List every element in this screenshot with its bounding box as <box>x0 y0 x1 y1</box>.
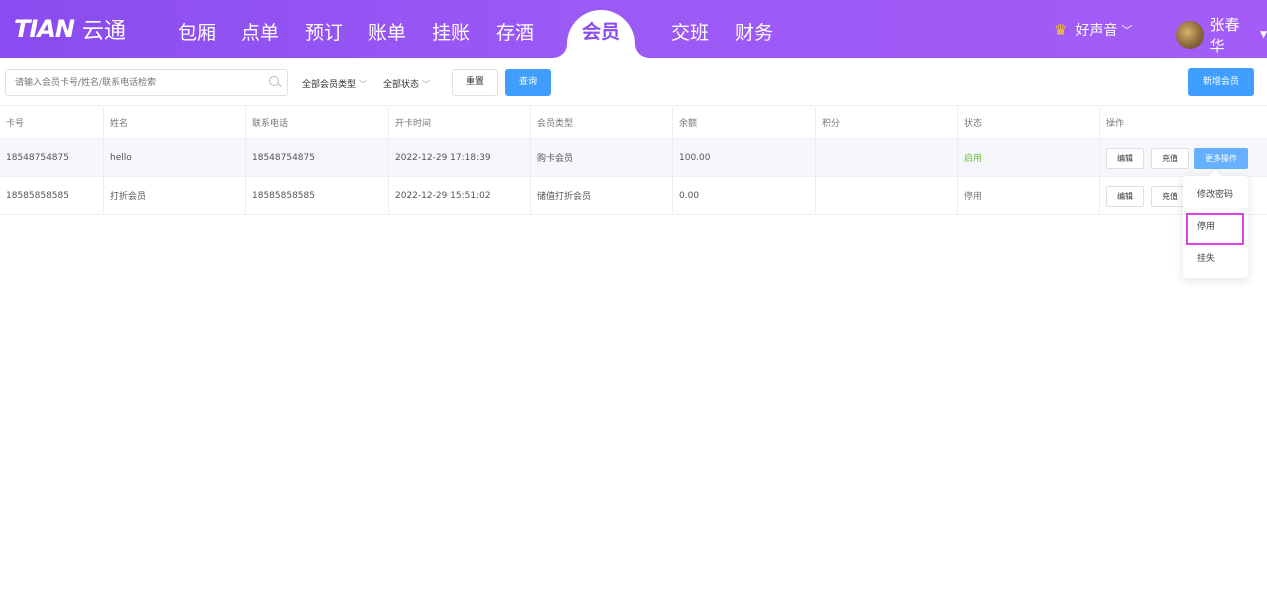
nav-item-rooms[interactable]: 包厢 <box>178 0 216 58</box>
balance: 0.00 <box>673 177 816 214</box>
menu-item-change-password[interactable]: 修改密码 <box>1183 180 1248 210</box>
recharge-button[interactable]: 充值 <box>1151 148 1189 169</box>
avatar <box>1176 21 1204 49</box>
add-member-button[interactable]: 新增会员 <box>1188 68 1254 96</box>
phone-number: 18585858585 <box>246 177 389 214</box>
logo-mark: TIAN <box>14 15 75 43</box>
search-icon[interactable] <box>269 76 279 86</box>
search-box[interactable] <box>5 69 288 96</box>
search-input[interactable] <box>6 70 266 95</box>
member-name: 打折会员 <box>104 177 246 214</box>
status-text: 停用 <box>958 177 1100 214</box>
column-header: 开卡时间 <box>389 107 531 138</box>
card-number: 18585858585 <box>0 177 104 214</box>
column-header: 联系电话 <box>246 107 389 138</box>
user-name: 张春华 <box>1209 16 1240 55</box>
member-type: 储值打折会员 <box>531 177 673 214</box>
app-logo[interactable]: TIAN 云通 <box>14 14 126 44</box>
table-row[interactable]: 18585858585 打折会员 18585858585 2022-12-29 … <box>0 177 1267 215</box>
nav-item-order[interactable]: 点单 <box>241 0 279 58</box>
nav-item-credit[interactable]: 挂账 <box>432 0 470 58</box>
points <box>816 139 958 176</box>
card-number: 18548754875 <box>0 139 104 176</box>
nav-item-wine-storage[interactable]: 存酒 <box>496 0 534 58</box>
nav-item-bills[interactable]: 账单 <box>368 0 406 58</box>
column-header: 姓名 <box>104 107 246 138</box>
member-type: 购卡会员 <box>531 139 673 176</box>
column-header: 状态 <box>958 107 1100 138</box>
status-filter-label: 全部状态 <box>383 80 420 90</box>
logo-text: 云通 <box>81 19 126 44</box>
store-name: 好声音 <box>1075 23 1118 39</box>
edit-button[interactable]: 编辑 <box>1106 186 1144 207</box>
column-header: 余额 <box>673 107 816 138</box>
column-header: 会员类型 <box>531 107 673 138</box>
nav-item-finance[interactable]: 财务 <box>735 0 773 58</box>
more-actions-button[interactable]: 更多操作 <box>1194 148 1248 169</box>
reset-button[interactable]: 重置 <box>452 69 498 96</box>
menu-item-report-loss[interactable]: 挂失 <box>1183 244 1248 274</box>
table-row[interactable]: 18548754875 hello 18548754875 2022-12-29… <box>0 139 1267 177</box>
top-header: TIAN 云通 包厢 点单 预订 账单 挂账 存酒 会员 交班 财务 ♛ 好声音… <box>0 0 1267 58</box>
status-filter[interactable]: 全部状态 ﹀ <box>383 77 430 90</box>
store-selector[interactable]: ♛ 好声音 ﹀ <box>1054 20 1132 40</box>
highlight-box <box>1186 213 1244 245</box>
edit-button[interactable]: 编辑 <box>1106 148 1144 169</box>
chevron-down-icon: ﹀ <box>422 80 431 89</box>
open-time: 2022-12-29 15:51:02 <box>389 177 531 214</box>
nav-item-shift[interactable]: 交班 <box>671 0 709 58</box>
crown-icon: ♛ <box>1054 21 1068 39</box>
phone-number: 18548754875 <box>246 139 389 176</box>
points <box>816 177 958 214</box>
filter-toolbar: 全部会员类型﹀ 全部状态﹀ 重置 查询 <box>0 58 1267 106</box>
user-menu[interactable]: 张春华 ▼ <box>1176 14 1267 56</box>
table-header-row: 卡号 姓名 联系电话 开卡时间 会员类型 余额 积分 状态 操作 <box>0 107 1267 139</box>
caret-down-icon: ▼ <box>1260 30 1267 40</box>
query-button[interactable]: 查询 <box>505 69 551 96</box>
balance: 100.00 <box>673 139 816 176</box>
chevron-down-icon: ﹀ <box>1121 24 1133 37</box>
nav-item-members[interactable]: 会员 <box>567 10 635 58</box>
member-type-filter-label: 全部会员类型 <box>302 80 357 90</box>
operations-cell: 编辑 充值 更多操作 <box>1100 139 1267 176</box>
column-header: 积分 <box>816 107 958 138</box>
member-type-filter[interactable]: 全部会员类型 ﹀ <box>302 77 367 90</box>
open-time: 2022-12-29 17:18:39 <box>389 139 531 176</box>
column-header: 操作 <box>1106 119 1125 129</box>
nav-item-booking[interactable]: 预订 <box>305 0 343 58</box>
chevron-down-icon: ﹀ <box>359 80 368 89</box>
status-text: 启用 <box>958 139 1100 176</box>
column-header: 卡号 <box>0 107 104 138</box>
member-name: hello <box>104 139 246 176</box>
